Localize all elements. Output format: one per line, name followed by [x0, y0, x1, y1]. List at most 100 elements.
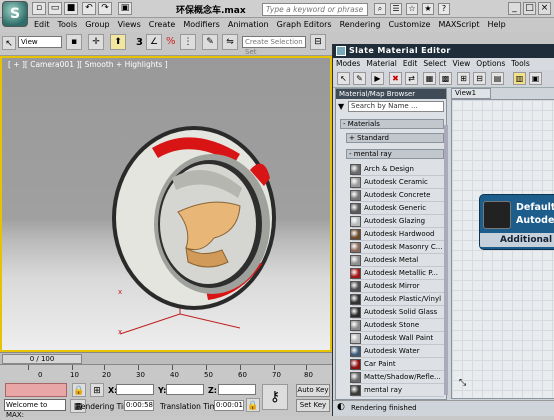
material-item[interactable]: Arch & Design: [350, 163, 444, 176]
slate-menu-options[interactable]: Options: [473, 58, 508, 70]
menu-maxscript[interactable]: MAXScript: [434, 18, 483, 32]
menu-edit[interactable]: Edit: [30, 18, 54, 32]
absolute-mode-icon[interactable]: ⊞: [90, 383, 104, 397]
material-item[interactable]: Autodesk Wall Paint: [350, 332, 444, 345]
menu-customize[interactable]: Customize: [384, 18, 434, 32]
open-file-icon[interactable]: ▭: [48, 2, 62, 15]
material-map-browser-icon[interactable]: ▤: [491, 72, 504, 85]
auto-key-button[interactable]: Auto Key: [296, 384, 330, 397]
material-item[interactable]: Autodesk Stone: [350, 319, 444, 332]
menu-graph-editors[interactable]: Graph Editors: [273, 18, 336, 32]
time-slider-track[interactable]: 0 / 100: [0, 352, 332, 364]
set-key-icon[interactable]: ⚷: [262, 384, 288, 410]
material-item[interactable]: mental ray: [350, 384, 444, 397]
subscription-icon[interactable]: ☰: [390, 3, 402, 15]
move-children-icon[interactable]: ⇄: [405, 72, 418, 85]
align-icon[interactable]: ⊟: [310, 34, 326, 50]
material-item[interactable]: Autodesk Plastic/Vinyl: [350, 293, 444, 306]
binoculars-icon[interactable]: ⌕: [374, 3, 386, 15]
search-input[interactable]: Type a keyword or phrase: [262, 3, 368, 16]
menu-help[interactable]: Help: [484, 18, 510, 32]
filter-icon[interactable]: ▼: [338, 102, 344, 111]
selection-set-input[interactable]: Create Selection Set: [242, 36, 306, 56]
maximize-button[interactable]: □: [523, 2, 536, 15]
menu-modifiers[interactable]: Modifiers: [179, 18, 224, 32]
assign-material-icon[interactable]: ▶: [371, 72, 384, 85]
camera-viewport[interactable]: [ + ][ Camera001 ][ Smooth + Highlights …: [0, 56, 332, 352]
menu-animation[interactable]: Animation: [224, 18, 273, 32]
material-item[interactable]: Autodesk Metal: [350, 254, 444, 267]
show-map-icon[interactable]: ▦: [423, 72, 436, 85]
material-item[interactable]: Autodesk Metallic P...: [350, 267, 444, 280]
tab-view1[interactable]: View1: [451, 88, 491, 99]
slate-menu-view[interactable]: View: [449, 58, 473, 70]
communication-icon[interactable]: ☆: [406, 3, 418, 15]
mirror-icon[interactable]: ⇋: [222, 34, 238, 50]
menu-group[interactable]: Group: [81, 18, 113, 32]
keyboard-shortcut-icon[interactable]: ⬆: [110, 34, 126, 50]
lock-selection-icon[interactable]: 🔒: [72, 383, 86, 397]
menu-rendering[interactable]: Rendering: [336, 18, 385, 32]
minimize-button[interactable]: _: [508, 2, 521, 15]
layout-icon[interactable]: ⊞: [457, 72, 470, 85]
undo-icon[interactable]: ↶: [82, 2, 96, 15]
maxscript-mini-listener-red[interactable]: [5, 383, 67, 397]
material-item[interactable]: Matte/Shadow/Refle...: [350, 371, 444, 384]
timeline-ruler[interactable]: 0 10 20 30 40 50 60 70 80: [0, 364, 332, 380]
material-node[interactable]: Default Autode Additional P: [479, 194, 554, 250]
navigator-icon[interactable]: ⤡: [459, 378, 466, 388]
material-item[interactable]: Autodesk Concrete: [350, 189, 444, 202]
group-materials[interactable]: - Materials: [340, 119, 444, 129]
material-item[interactable]: Autodesk Solid Glass: [350, 306, 444, 319]
group-mental-ray[interactable]: - mental ray: [346, 149, 444, 159]
snap-3d-label[interactable]: 3: [136, 37, 143, 48]
material-item[interactable]: Autodesk Hardwood: [350, 228, 444, 241]
reference-coordinate-select[interactable]: View: [18, 36, 62, 48]
app-logo[interactable]: S: [2, 1, 28, 27]
maxscript-listener[interactable]: Welcome to MAX:: [4, 399, 66, 419]
slate-menu-edit[interactable]: Edit: [400, 58, 421, 70]
menu-create[interactable]: Create: [145, 18, 180, 32]
select-link-icon[interactable]: ↖: [2, 36, 16, 50]
browser-search-input[interactable]: Search by Name ...: [348, 101, 444, 112]
percent-snap-icon[interactable]: %: [166, 36, 176, 47]
select-by-material-icon[interactable]: ▣: [529, 72, 542, 85]
z-coord-field[interactable]: [218, 384, 256, 395]
time-slider-thumb[interactable]: 0 / 100: [2, 354, 82, 364]
parameter-editor-icon[interactable]: ▥: [513, 72, 526, 85]
project-folder-icon[interactable]: ▣: [118, 2, 132, 15]
material-item[interactable]: Autodesk Water: [350, 345, 444, 358]
menu-tools[interactable]: Tools: [54, 18, 82, 32]
angle-snap-icon[interactable]: ∠: [146, 34, 162, 50]
y-coord-field[interactable]: [166, 384, 204, 395]
background-icon[interactable]: ▩: [439, 72, 452, 85]
slate-menu-select[interactable]: Select: [420, 58, 449, 70]
delete-icon[interactable]: ✖: [389, 72, 402, 85]
group-standard[interactable]: + Standard: [346, 133, 444, 143]
favorites-icon[interactable]: ★: [422, 3, 434, 15]
slate-menu-modes[interactable]: Modes: [333, 58, 363, 70]
save-file-icon[interactable]: ■: [64, 2, 78, 15]
layout-children-icon[interactable]: ⊟: [473, 72, 486, 85]
material-item[interactable]: Autodesk Glazing: [350, 215, 444, 228]
material-item[interactable]: Car Paint: [350, 358, 444, 371]
material-item[interactable]: Autodesk Masonry C...: [350, 241, 444, 254]
material-item[interactable]: Autodesk Generic: [350, 202, 444, 215]
browser-scrollbar[interactable]: [444, 125, 448, 395]
material-item[interactable]: Autodesk Ceramic: [350, 176, 444, 189]
slate-menu-tools[interactable]: Tools: [508, 58, 532, 70]
menu-views[interactable]: Views: [114, 18, 145, 32]
help-icon[interactable]: ?: [438, 3, 450, 15]
material-item[interactable]: Autodesk Mirror: [350, 280, 444, 293]
edit-named-sets-icon[interactable]: ✎: [202, 34, 218, 50]
pivot-icon[interactable]: ▪: [66, 34, 82, 50]
eyedropper-icon[interactable]: ✎: [353, 72, 366, 85]
select-tool-icon[interactable]: ↖: [337, 72, 350, 85]
redo-icon[interactable]: ↷: [98, 2, 112, 15]
slate-menu-material[interactable]: Material: [363, 58, 399, 70]
x-coord-field[interactable]: [116, 384, 154, 395]
lock-icon[interactable]: 🔒: [246, 398, 260, 412]
move-icon[interactable]: ✛: [88, 34, 104, 50]
new-file-icon[interactable]: ▫: [32, 2, 46, 15]
set-key-button[interactable]: Set Key: [296, 399, 330, 412]
